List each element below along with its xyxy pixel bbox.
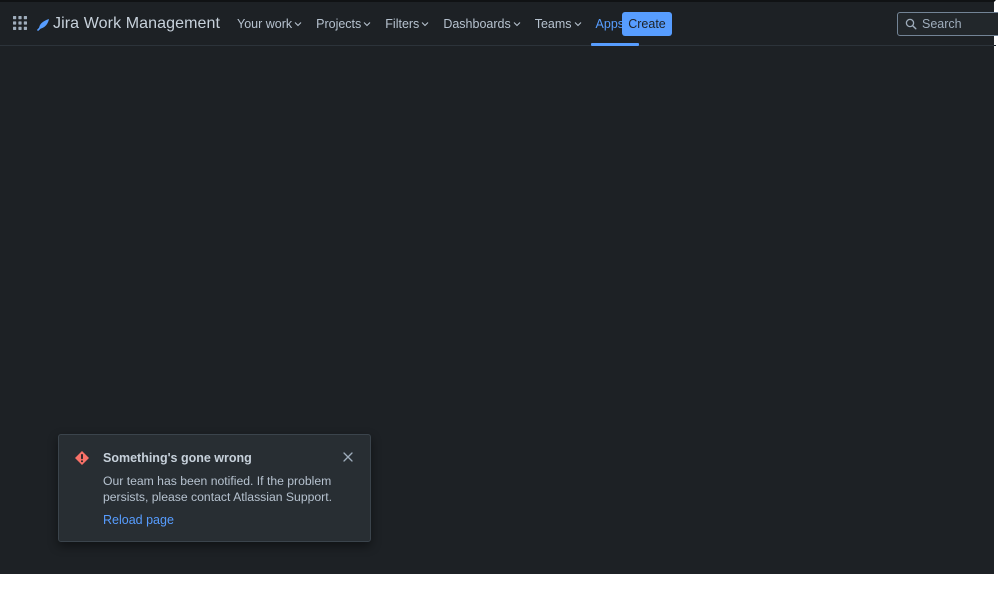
- nav-teams[interactable]: Teams: [530, 2, 587, 46]
- nav-label: Dashboards: [443, 17, 511, 31]
- app-window: Jira Work Management Your work Projects …: [0, 0, 998, 574]
- grid-icon: [13, 16, 27, 30]
- top-navigation-bar: Jira Work Management Your work Projects …: [0, 2, 998, 46]
- chevron-down-icon: [574, 22, 581, 27]
- primary-nav: Your work Projects Filters Dashboards Te…: [232, 2, 643, 46]
- close-icon: [343, 452, 353, 462]
- create-button[interactable]: Create: [622, 12, 672, 36]
- nav-dashboards[interactable]: Dashboards: [438, 2, 525, 46]
- nav-projects[interactable]: Projects: [311, 2, 376, 46]
- search-icon: [905, 18, 917, 30]
- app-switcher-button[interactable]: [10, 13, 30, 33]
- nav-label: Teams: [534, 17, 572, 31]
- search-input[interactable]: [922, 17, 992, 31]
- flag-description: Our team has been notified. If the probl…: [103, 474, 332, 504]
- flag-title: Something's gone wrong: [103, 451, 252, 465]
- nav-label: Your work: [237, 17, 293, 31]
- error-flag: Something's gone wrong Our team has been…: [58, 434, 371, 542]
- product-logo[interactable]: Jira Work Management: [37, 13, 220, 35]
- nav-label: Filters: [385, 17, 420, 31]
- reload-page-link[interactable]: Reload page: [103, 513, 174, 527]
- chevron-down-icon: [363, 22, 371, 27]
- chevron-down-icon: [294, 22, 302, 27]
- nav-label: Projects: [316, 17, 362, 31]
- nav-filters[interactable]: Filters: [380, 2, 434, 46]
- chevron-down-icon: [513, 22, 521, 27]
- error-icon: [75, 451, 89, 465]
- jira-logo-icon: [37, 19, 49, 31]
- product-name: Jira Work Management: [53, 15, 221, 32]
- flag-close-button[interactable]: [341, 450, 355, 464]
- nav-your-work[interactable]: Your work: [232, 2, 307, 46]
- chevron-down-icon: [421, 22, 429, 27]
- search-box[interactable]: [897, 12, 998, 36]
- nav-label: Apps: [595, 17, 625, 31]
